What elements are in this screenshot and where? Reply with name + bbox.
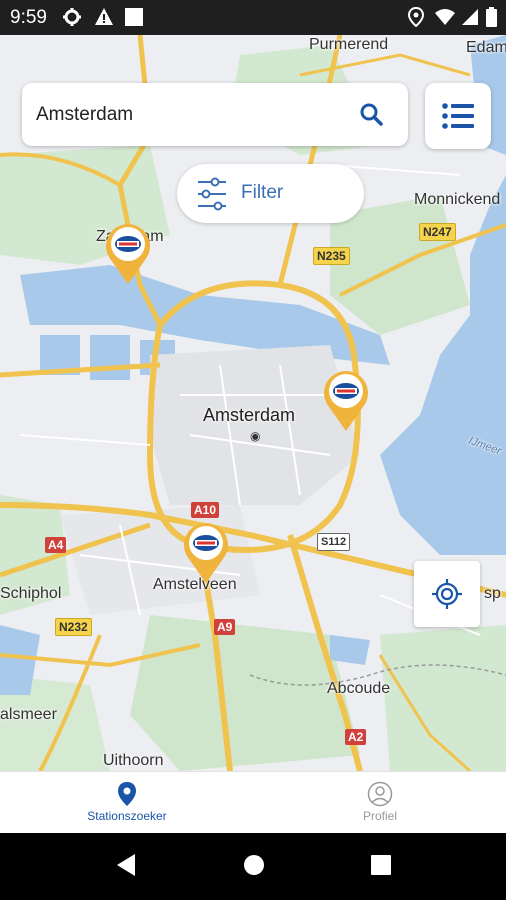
road-shield-a10: A10 [191, 502, 220, 518]
search-input[interactable] [34, 97, 338, 133]
map-label-edam: Edam [466, 39, 506, 56]
location-icon [407, 6, 425, 32]
map-label-right-edge: sp [484, 585, 501, 602]
map-label-abcoude: Abcoude [327, 680, 391, 697]
station-pin[interactable] [181, 521, 231, 583]
nav-label: Profiel [362, 809, 397, 823]
status-bar: 9:59 [0, 0, 506, 35]
signal-icon [461, 7, 479, 32]
road-shield-n235: N235 [313, 247, 350, 265]
profile-icon [367, 781, 393, 807]
filter-button[interactable]: Filter [177, 164, 364, 223]
bottom-navigation: Stationszoeker Profiel [0, 771, 506, 834]
road-shield-a9: A9 [214, 619, 236, 635]
settings-icon [62, 7, 82, 32]
filter-label: Filter [241, 182, 284, 203]
road-shield-n247: N247 [419, 223, 456, 241]
list-view-button[interactable] [425, 83, 491, 149]
battery-icon [486, 7, 497, 32]
road-shield-s112: S112 [317, 533, 351, 551]
road-shield-a2: A2 [345, 729, 367, 745]
list-icon [442, 103, 474, 129]
status-time: 9:59 [10, 7, 47, 28]
nav-profiel[interactable]: Profiel [310, 772, 450, 834]
station-pin-icon [184, 523, 228, 583]
sliders-icon [198, 177, 226, 211]
map-label-uithoorn: Uithoorn [103, 752, 164, 769]
station-pin[interactable] [321, 369, 371, 431]
home-icon[interactable] [243, 853, 265, 882]
map-label-purmerend: Purmerend [309, 36, 389, 53]
station-pin[interactable] [103, 222, 153, 284]
square-icon [124, 7, 144, 32]
location-pin-icon [118, 782, 136, 806]
recents-icon[interactable] [370, 853, 392, 882]
crosshair-icon [432, 579, 462, 609]
system-navigation-bar [0, 833, 506, 900]
map-label-monnickendam: Monnickend [414, 191, 501, 208]
search-box [22, 83, 408, 146]
search-icon[interactable] [358, 101, 386, 129]
road-shield-n232: N232 [55, 618, 92, 636]
my-location-button[interactable] [414, 561, 480, 627]
map-label-schiphol: Schiphol [0, 585, 62, 602]
station-pin-icon [106, 224, 150, 284]
station-pin-icon [324, 371, 368, 431]
map-label-aalsmeer: alsmeer [0, 706, 57, 723]
city-center-icon: ◉ [250, 429, 261, 443]
map-label-amsterdam: Amsterdam [203, 405, 296, 425]
nav-stationszoeker[interactable]: Stationszoeker [57, 772, 197, 834]
road-shield-a4: A4 [45, 537, 67, 553]
nav-label: Stationszoeker [87, 809, 167, 823]
warning-icon [94, 7, 114, 32]
wifi-icon [434, 7, 456, 32]
back-icon[interactable] [115, 853, 137, 882]
